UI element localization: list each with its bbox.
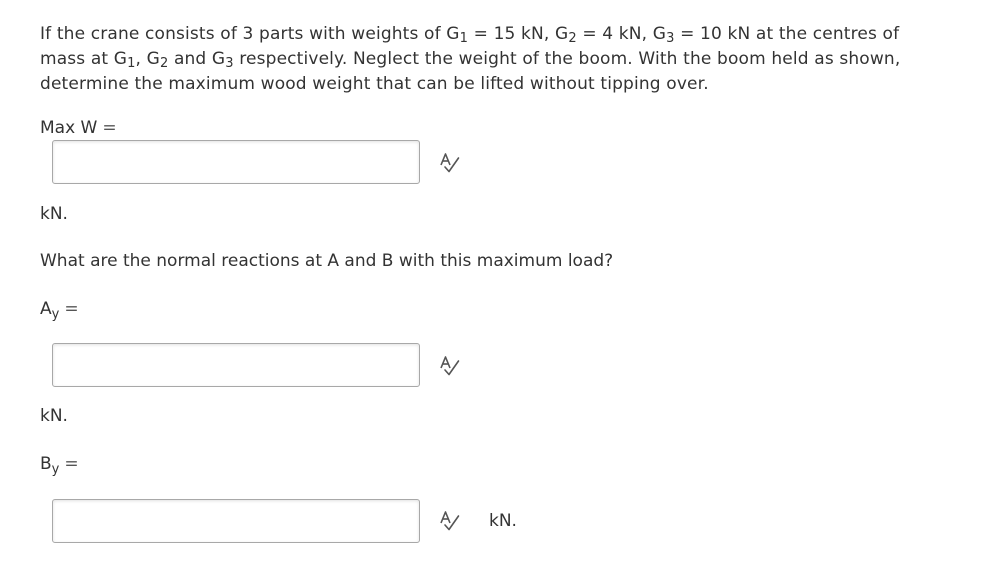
problem-statement: If the crane consists of 3 parts with we… bbox=[40, 24, 901, 94]
spell-check-icon bbox=[440, 511, 460, 531]
max-w-label: Max W = bbox=[40, 118, 117, 138]
spell-check-icon bbox=[440, 356, 460, 376]
by-label: By = bbox=[40, 454, 79, 477]
by-spell-check[interactable] bbox=[439, 510, 461, 537]
max-w-unit: kN. bbox=[40, 204, 68, 224]
by-unit: kN. bbox=[489, 511, 517, 531]
ay-label: Ay = bbox=[40, 299, 79, 322]
by-input[interactable] bbox=[52, 499, 420, 543]
ay-unit: kN. bbox=[40, 406, 68, 426]
max-w-input[interactable] bbox=[52, 140, 420, 184]
max-w-spell-check[interactable] bbox=[439, 152, 461, 179]
spell-check-icon bbox=[440, 153, 460, 173]
question-normal-reactions: What are the normal reactions at A and B… bbox=[40, 251, 614, 271]
ay-spell-check[interactable] bbox=[439, 355, 461, 382]
ay-input[interactable] bbox=[52, 343, 420, 387]
